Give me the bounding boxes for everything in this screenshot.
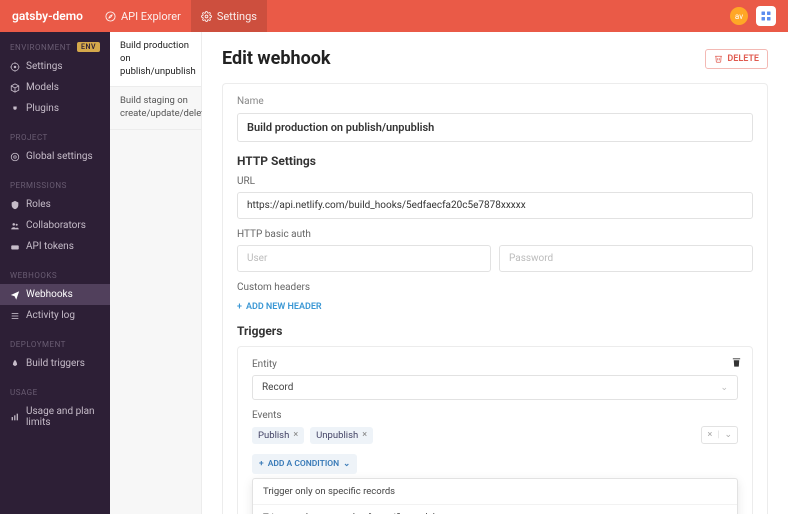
send-icon xyxy=(10,290,20,300)
form-panel: Name HTTP Settings URL HTTP basic auth C… xyxy=(222,83,768,514)
sidebar-section-usage: USAGE xyxy=(0,384,110,401)
chevron-down-icon: ⌄ xyxy=(343,459,350,469)
remove-tag-button[interactable]: × xyxy=(362,430,367,440)
gear-icon xyxy=(201,11,212,22)
events-select-controls[interactable]: × | ⌄ xyxy=(701,426,738,444)
trigger-card: Entity Record ⌄ Events Publish × xyxy=(237,346,753,514)
remove-trigger-button[interactable] xyxy=(731,357,742,368)
topnav-settings[interactable]: Settings xyxy=(191,0,267,32)
sidebar-item-settings[interactable]: Settings xyxy=(0,56,110,77)
sidebar-item-roles[interactable]: Roles xyxy=(0,194,110,215)
events-label: Events xyxy=(252,410,738,421)
url-label: URL xyxy=(237,176,753,187)
topnav-label: Settings xyxy=(217,10,257,23)
condition-option[interactable]: Trigger only on specific records xyxy=(253,479,737,505)
condition-option[interactable]: Trigger only on records of specific mode… xyxy=(253,505,737,514)
chevron-down-icon[interactable]: ⌄ xyxy=(724,430,732,440)
sidebar-item-usage[interactable]: Usage and plan limits xyxy=(0,401,110,433)
plus-icon: + xyxy=(237,302,242,312)
main-content: Edit webhook DELETE Name HTTP Settings U… xyxy=(202,32,788,514)
shield-icon xyxy=(10,200,20,210)
triggers-title: Triggers xyxy=(237,324,753,338)
http-settings-title: HTTP Settings xyxy=(237,154,753,168)
sidebar: ENVIRONMENT ENV Settings Models Plugins … xyxy=(0,32,110,514)
sidebar-section-webhooks: WEBHOOKS xyxy=(0,267,110,284)
clear-icon[interactable]: × xyxy=(707,430,712,440)
plus-icon: + xyxy=(259,459,264,469)
basic-auth-user-input[interactable] xyxy=(237,245,491,272)
avatar[interactable]: av xyxy=(730,7,748,25)
key-icon xyxy=(10,242,20,252)
basic-auth-password-input[interactable] xyxy=(499,245,753,272)
sidebar-section-project: PROJECT xyxy=(0,129,110,146)
list-icon xyxy=(10,311,20,321)
compass-icon xyxy=(105,11,116,22)
name-input[interactable] xyxy=(237,113,753,142)
trash-icon xyxy=(714,54,723,63)
cube-icon xyxy=(10,83,20,93)
topnav-label: API Explorer xyxy=(121,10,181,23)
webhook-list-item[interactable]: Build staging on create/update/delete xyxy=(110,87,201,130)
entity-label: Entity xyxy=(252,359,738,370)
condition-dropdown: Trigger only on specific records Trigger… xyxy=(252,478,738,514)
custom-headers-label: Custom headers xyxy=(237,282,753,293)
delete-button[interactable]: DELETE xyxy=(705,49,768,69)
sidebar-item-activity-log[interactable]: Activity log xyxy=(0,305,110,326)
env-badge: ENV xyxy=(77,42,100,52)
event-tag: Unpublish × xyxy=(310,427,373,444)
webhooks-list: Build production on publish/unpublish Bu… xyxy=(110,32,202,514)
sidebar-item-plugins[interactable]: Plugins xyxy=(0,98,110,119)
sidebar-section-environment: ENVIRONMENT ENV xyxy=(0,38,110,56)
topbar: gatsby-demo API Explorer Settings av xyxy=(0,0,788,32)
event-tag: Publish × xyxy=(252,427,304,444)
chart-icon xyxy=(10,412,20,422)
add-condition-button[interactable]: + ADD A CONDITION ⌄ xyxy=(252,454,357,474)
gear-icon xyxy=(10,62,20,72)
name-label: Name xyxy=(237,96,753,107)
plug-icon xyxy=(10,104,20,114)
topnav-api-explorer[interactable]: API Explorer xyxy=(95,0,191,32)
users-icon xyxy=(10,221,20,231)
entity-select[interactable]: Record ⌄ xyxy=(252,375,738,400)
sidebar-section-permissions: PERMISSIONS xyxy=(0,177,110,194)
brand[interactable]: gatsby-demo xyxy=(12,9,83,23)
url-input[interactable] xyxy=(237,192,753,219)
app-switcher-button[interactable] xyxy=(756,6,776,26)
sidebar-item-collaborators[interactable]: Collaborators xyxy=(0,215,110,236)
page-title: Edit webhook xyxy=(222,48,331,69)
gear-icon xyxy=(10,152,20,162)
chevron-down-icon: ⌄ xyxy=(720,383,728,393)
sidebar-item-webhooks[interactable]: Webhooks xyxy=(0,284,110,305)
webhook-list-item[interactable]: Build production on publish/unpublish xyxy=(110,32,201,87)
sidebar-item-models[interactable]: Models xyxy=(0,77,110,98)
basic-auth-label: HTTP basic auth xyxy=(237,229,753,240)
sidebar-item-global-settings[interactable]: Global settings xyxy=(0,146,110,167)
sidebar-item-api-tokens[interactable]: API tokens xyxy=(0,236,110,257)
remove-tag-button[interactable]: × xyxy=(293,430,298,440)
sidebar-section-deployment: DEPLOYMENT xyxy=(0,336,110,353)
sidebar-item-build-triggers[interactable]: Build triggers xyxy=(0,353,110,374)
add-header-button[interactable]: + ADD NEW HEADER xyxy=(237,302,322,312)
rocket-icon xyxy=(10,359,20,369)
